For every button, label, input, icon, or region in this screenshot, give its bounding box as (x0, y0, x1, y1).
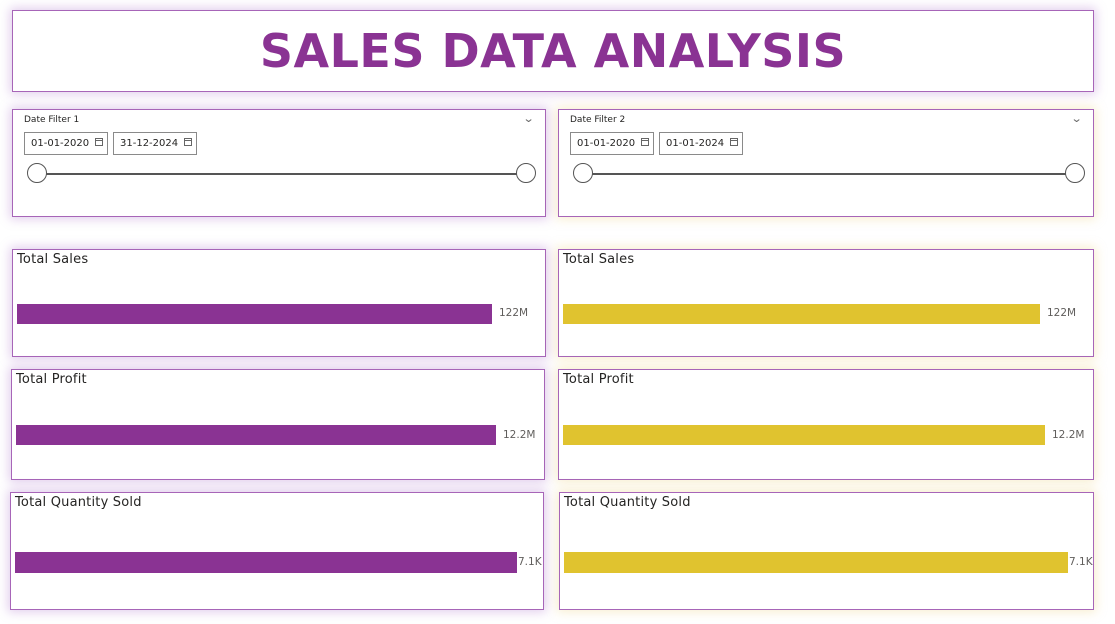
card-title: Total Quantity Sold (564, 495, 691, 510)
calendar-icon[interactable] (95, 138, 103, 146)
date-filter-2: Date Filter 2 ⌄ 01-01-2020 01-01-2024 (558, 109, 1094, 217)
page-title: SALES DATA ANALYSIS (259, 24, 847, 78)
card-title: Total Profit (16, 372, 87, 387)
kpi-bar[interactable] (15, 552, 517, 573)
card-title: Total Profit (563, 372, 634, 387)
date-filter-2-title: Date Filter 2 (570, 115, 626, 125)
total-quantity-card-right: Total Quantity Sold 7.1K (559, 492, 1094, 610)
data-label: 7.1K (518, 556, 542, 568)
total-profit-card-left: Total Profit 12.2M (11, 369, 545, 480)
total-profit-card-right: Total Profit 12.2M (558, 369, 1094, 480)
card-title: Total Sales (563, 252, 635, 267)
total-quantity-card-left: Total Quantity Sold 7.1K (10, 492, 544, 610)
kpi-bar[interactable] (16, 425, 496, 445)
card-title: Total Sales (17, 252, 89, 267)
kpi-bar[interactable] (564, 552, 1068, 573)
card-title: Total Quantity Sold (15, 495, 142, 510)
date-filter-1-title: Date Filter 1 (24, 115, 80, 125)
kpi-bar[interactable] (563, 425, 1045, 445)
kpi-bar[interactable] (563, 304, 1040, 324)
calendar-icon[interactable] (730, 138, 738, 146)
date-range-slider-track[interactable] (583, 173, 1075, 175)
date-range-slider-track[interactable] (37, 173, 527, 175)
total-sales-card-right: Total Sales 122M (558, 249, 1094, 357)
date-filter-1-start-input[interactable]: 01-01-2020 (24, 132, 108, 155)
date-filter-2-start-input[interactable]: 01-01-2020 (570, 132, 654, 155)
kpi-bar[interactable] (17, 304, 492, 324)
date-range-end-handle[interactable] (1065, 163, 1085, 183)
date-range-start-handle[interactable] (573, 163, 593, 183)
data-label: 122M (1047, 307, 1077, 319)
calendar-icon[interactable] (184, 138, 192, 146)
data-label: 122M (499, 307, 529, 319)
date-filter-2-start-value: 01-01-2020 (577, 138, 636, 149)
date-filter-2-end-input[interactable]: 01-01-2024 (659, 132, 743, 155)
chevron-down-icon[interactable]: ⌄ (522, 112, 534, 125)
total-sales-card-left: Total Sales 122M (12, 249, 546, 357)
data-label: 12.2M (503, 429, 536, 441)
date-range-end-handle[interactable] (516, 163, 536, 183)
data-label: 12.2M (1052, 429, 1085, 441)
date-filter-1-end-value: 31-12-2024 (120, 138, 179, 149)
data-label: 7.1K (1069, 556, 1093, 568)
date-filter-1: Date Filter 1 ⌄ 01-01-2020 31-12-2024 (12, 109, 546, 217)
date-range-start-handle[interactable] (27, 163, 47, 183)
chevron-down-icon[interactable]: ⌄ (1070, 112, 1082, 125)
date-filter-1-start-value: 01-01-2020 (31, 138, 90, 149)
date-filter-1-end-input[interactable]: 31-12-2024 (113, 132, 197, 155)
date-filter-2-end-value: 01-01-2024 (666, 138, 725, 149)
calendar-icon[interactable] (641, 138, 649, 146)
title-card: SALES DATA ANALYSIS (12, 10, 1094, 92)
